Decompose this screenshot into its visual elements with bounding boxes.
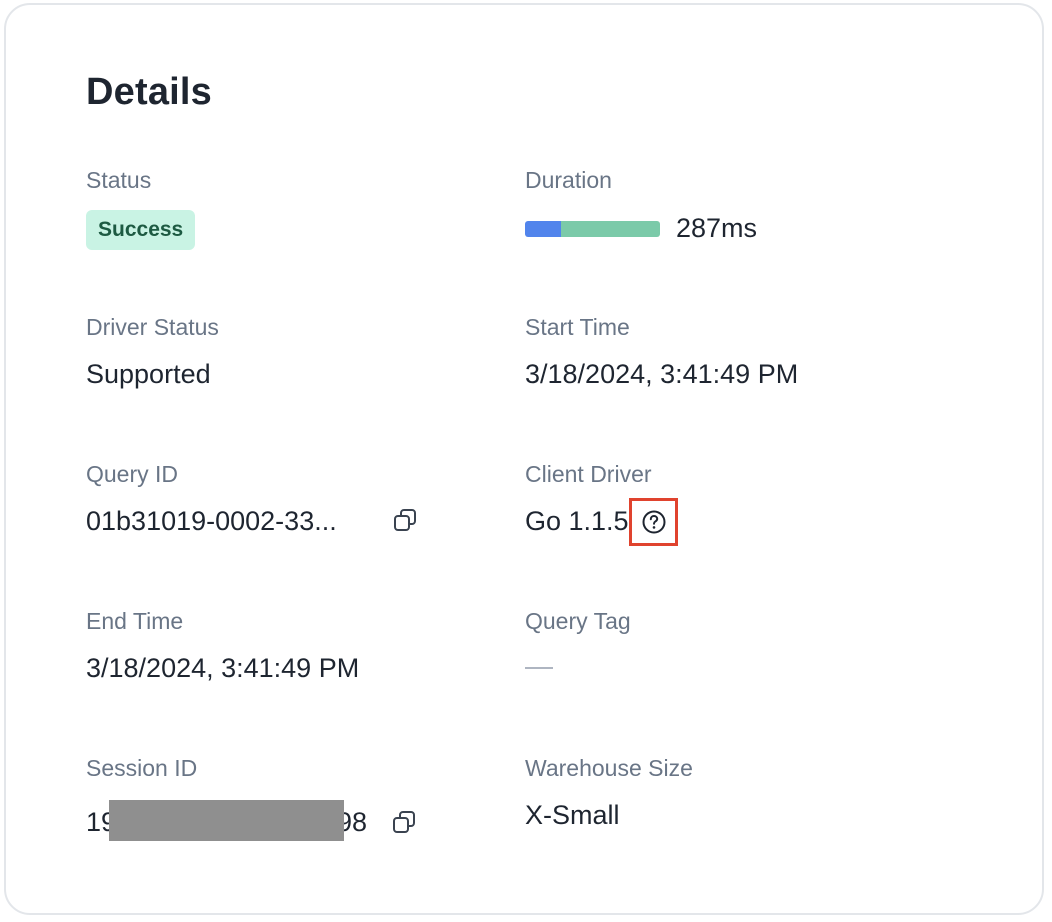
client-driver-help-button[interactable] (629, 498, 678, 546)
duration-bar-execution-segment (561, 221, 660, 237)
client-driver-value: Go 1.1.5 (525, 506, 629, 536)
status-badge: Success (86, 210, 196, 250)
start-time-label: Start Time (525, 314, 630, 340)
duration-bar[interactable] (525, 221, 660, 237)
session-id-label: Session ID (86, 755, 198, 781)
copy-icon (394, 509, 416, 531)
driver-status-value: Supported (86, 359, 211, 389)
client-driver-label: Client Driver (525, 461, 652, 487)
session-id-copy-icon[interactable] (391, 809, 417, 835)
copy-icon (393, 811, 415, 833)
session-id-redaction (109, 800, 344, 841)
duration-label: Duration (525, 167, 612, 193)
end-time-value: 3/18/2024, 3:41:49 PM (86, 653, 360, 683)
query-id-copy-icon[interactable] (392, 507, 418, 533)
query-tag-empty-dash (525, 667, 553, 669)
driver-status-label: Driver Status (86, 314, 219, 340)
duration-value: 287ms (676, 213, 758, 243)
query-id-label: Query ID (86, 461, 179, 487)
query-tag-label: Query Tag (525, 608, 631, 634)
warehouse-size-label: Warehouse Size (525, 755, 693, 781)
status-label: Status (86, 167, 152, 193)
end-time-label: End Time (86, 608, 184, 634)
card-title: Details (86, 71, 213, 113)
duration-bar-compilation-segment (525, 221, 562, 237)
start-time-value: 3/18/2024, 3:41:49 PM (525, 359, 799, 389)
query-id-value[interactable]: 01b31019-0002-33... (86, 504, 337, 538)
help-circle-icon (642, 510, 665, 534)
warehouse-size-value: X-Small (525, 800, 620, 830)
